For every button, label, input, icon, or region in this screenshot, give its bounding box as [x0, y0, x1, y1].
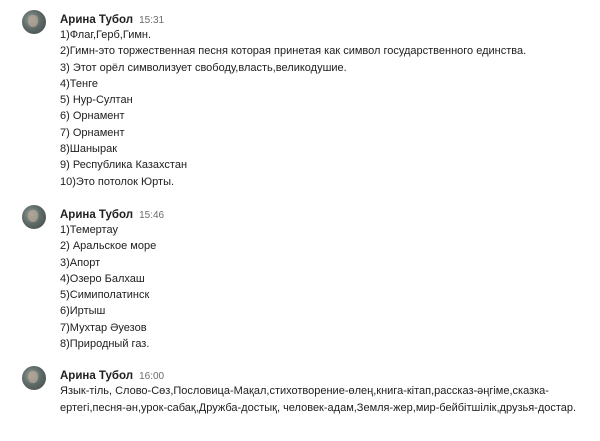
message-line: 8)Шанырак [60, 143, 118, 156]
message-timestamp: 15:31 [139, 15, 165, 26]
message-line: 3)Апорт [60, 256, 101, 269]
message-line: 6)Иртыш [60, 305, 106, 318]
avatar[interactable] [22, 205, 46, 229]
message-body: 1)Темертау 2) Аральское море 3)Апорт 4)О… [60, 222, 595, 352]
author-name[interactable]: Арина Тубол [60, 14, 133, 26]
message-text: Язык-тіль, Слово-Сөз,Пословица-Мақал,сти… [60, 385, 577, 414]
author-name[interactable]: Арина Тубол [60, 370, 133, 382]
author-name[interactable]: Арина Тубол [60, 209, 133, 221]
message-line: 5) Нур-Султан [60, 94, 133, 107]
message-line: 4)Тенге [60, 77, 98, 90]
message-line: 7)Мухтар Әуезов [60, 321, 147, 334]
message-timestamp: 15:46 [139, 210, 165, 221]
message-header: Арина Тубол 15:31 [60, 10, 164, 26]
message-body: Язык-тіль, Слово-Сөз,Пословица-Мақал,сти… [60, 383, 595, 416]
message-line: 8)Природный газ. [60, 338, 150, 351]
avatar[interactable] [22, 366, 46, 390]
message-line: 1)Темертау [60, 224, 118, 236]
message-line: 6) Орнамент [60, 110, 125, 123]
message-line: 9) Республика Казахстан [60, 159, 188, 172]
message-header: Арина Тубол 15:46 [60, 205, 164, 221]
message-line: 10)Это потолок Юрты. [60, 175, 175, 188]
message-header: Арина Тубол 16:00 [60, 366, 164, 382]
message-line: 5)Симиполатинск [60, 289, 150, 302]
message-timestamp: 16:00 [139, 371, 165, 382]
message-line: 3) Этот орёл символизует свободу,власть,… [60, 61, 347, 74]
message-line: 2)Гимн-это торжественная песня которая п… [60, 45, 527, 58]
avatar[interactable] [22, 10, 46, 34]
message-line: 7) Орнамент [60, 126, 125, 139]
message-line: 2) Аральское море [60, 240, 157, 253]
message-line: 1)Флаг,Герб,Гимн. [60, 29, 152, 41]
message-body: 1)Флаг,Герб,Гимн. 2)Гимн-это торжественн… [60, 27, 595, 190]
message-line: 4)Озеро Балхаш [60, 272, 145, 285]
